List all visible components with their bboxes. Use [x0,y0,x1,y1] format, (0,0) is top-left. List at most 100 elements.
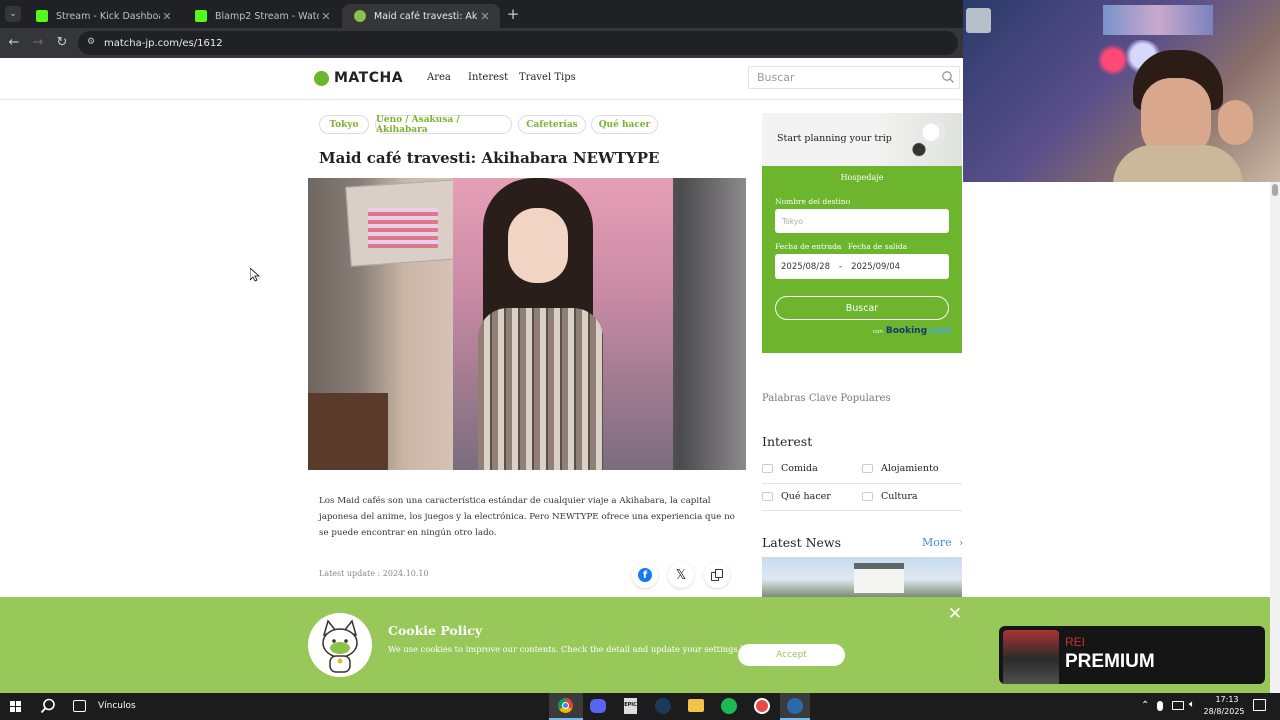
tab-search-button[interactable]: ⌄ [5,6,21,22]
date-range-input[interactable]: 2025/08/28 - 2025/09/04 [775,254,949,279]
scrollbar-thumb[interactable] [1272,184,1278,196]
booking-logo-suffix: .com [927,326,952,336]
latest-news-image[interactable] [762,557,962,597]
page-scrollbar[interactable] [1270,182,1280,693]
share-facebook-button[interactable]: f [632,562,658,588]
nav-travel-tips[interactable]: Travel Tips [519,72,576,83]
trip-planning-banner: Start planning your trip [762,113,962,166]
clock-date[interactable]: 28/8/2025 [1203,707,1245,716]
tag-cafeterias[interactable]: Cafeterías [518,115,586,134]
interest-label: Comida [781,463,818,474]
date-label-separator: - [837,242,840,251]
booking-search-button[interactable]: Buscar [775,296,949,320]
tab-kick-dashboard[interactable]: Stream - Kick Dashboard ✕ [24,4,182,28]
tab-matcha-article[interactable]: Maid café travesti: Akihabara N ✕ [342,4,500,28]
copy-icon [711,569,723,581]
tab-blamp2-stream[interactable]: Blamp2 Stream - Watch Live on ✕ [183,4,341,28]
discord-taskbar-icon[interactable] [590,699,606,713]
network-icon[interactable] [1172,701,1184,710]
matcha-favicon-icon [354,10,366,22]
webcam-room-lights [1103,5,1213,35]
steam-alt-taskbar-icon[interactable] [780,693,810,720]
tag-label: Cafeterías [526,119,578,130]
site-info-icon[interactable]: ⚙ [87,37,98,48]
destination-label: Nombre del destino [775,197,851,206]
taskbar-search-icon[interactable] [40,698,56,714]
tea-set-image [907,121,947,159]
nav-interest[interactable]: Interest [468,72,508,83]
chrome-taskbar-icon[interactable] [549,693,583,720]
interest-divider [762,510,962,511]
matcha-logo-icon [314,70,329,86]
search-icon[interactable] [941,70,955,84]
booking-tab-hospedaje[interactable]: Hospedaje [762,173,962,182]
share-x-button[interactable]: 𝕏 [668,562,694,588]
tag-que-hacer[interactable]: Qué hacer [591,115,658,134]
booking-logo-text: Booking [885,326,928,336]
back-button[interactable]: ← [5,34,23,52]
windows-taskbar: Vínculos EPIC ⌃ 🔈︎ 17:13 28/8/2025 [0,693,1280,720]
spotify-taskbar-icon[interactable] [721,698,737,714]
booking-search-label: Buscar [845,302,879,314]
notifications-icon[interactable] [1253,699,1266,711]
more-label: More [922,536,952,549]
tray-chevron-icon[interactable]: ⌃ [1141,700,1149,711]
kick-favicon-icon [195,10,207,22]
checkout-date[interactable]: 2025/09/04 [851,262,900,272]
close-tab-icon[interactable]: ✕ [319,10,333,23]
clock-time[interactable]: 17:13 [1207,695,1247,704]
destination-placeholder: Tokyo [782,216,803,226]
address-bar[interactable]: ⚙ matcha-jp.com/es/1612 [78,31,958,55]
cookie-accept-button[interactable]: Accept [738,644,845,666]
interest-label: Cultura [881,491,918,502]
task-view-icon[interactable] [73,700,86,712]
culture-icon [862,492,873,501]
tag-tokyo[interactable]: Tokyo [319,115,369,134]
cookie-message: We use cookies to improve our contents. … [388,644,738,654]
interest-label: Qué hacer [781,491,831,502]
site-search-input[interactable]: Buscar [748,66,960,89]
cat-mascot-icon [308,613,372,677]
windows-start-icon[interactable] [10,701,21,712]
new-tab-button[interactable]: + [504,5,522,23]
close-tab-icon[interactable]: ✕ [160,10,174,23]
cookie-close-icon[interactable]: ✕ [947,606,963,623]
tab-title: Blamp2 Stream - Watch Live on [215,10,319,22]
alert-title: PREMIUM [1065,651,1155,672]
checkin-label: Fecha de entrada [775,242,842,251]
interest-comida[interactable]: Comida [762,463,818,474]
tag-ueno-asakusa-akihabara[interactable]: Ueno / Asakusa / Akihabara [375,114,512,135]
webcam-overlay [963,0,1280,182]
forward-button[interactable]: → [29,34,47,52]
interest-cultura[interactable]: Cultura [862,491,918,502]
article-title: Maid café travesti: Akihabara NEWTYPE [319,149,660,167]
volume-icon[interactable]: 🔈︎ [1189,699,1195,710]
reload-button[interactable]: ↻ [53,34,71,52]
interest-que-hacer[interactable]: Qué hacer [762,491,831,502]
streamer-hand [1218,100,1253,145]
webcam-small-square [966,8,991,33]
destination-input[interactable]: Tokyo [775,209,949,233]
matcha-logo[interactable]: MATCHA [314,70,403,86]
search-placeholder: Buscar [757,71,795,84]
popular-keywords-heading: Palabras Clave Populares [762,393,891,404]
file-explorer-taskbar-icon[interactable] [688,699,704,712]
interest-label: Alojamiento [881,463,939,474]
copy-link-button[interactable] [704,562,730,588]
microphone-icon[interactable] [1157,701,1163,711]
close-tab-icon[interactable]: ✕ [478,10,492,23]
interest-alojamiento[interactable]: Alojamiento [862,463,939,474]
epic-games-taskbar-icon[interactable]: EPIC [624,698,637,714]
tag-label: Ueno / Asakusa / Akihabara [376,114,460,135]
poster-grid [368,208,438,248]
cookie-text: We use cookies to improve our contents. … [388,644,759,654]
steam-taskbar-icon[interactable] [655,698,671,714]
checkin-date[interactable]: 2025/08/28 [781,262,830,272]
latest-news-more-link[interactable]: More › [922,536,963,549]
bed-icon [862,464,873,473]
links-toolbar-label[interactable]: Vínculos [98,701,136,711]
game-launcher-taskbar-icon[interactable] [754,698,770,714]
nav-area[interactable]: Area [427,72,451,83]
alert-name: REI [1065,635,1086,649]
interest-divider [762,483,962,484]
